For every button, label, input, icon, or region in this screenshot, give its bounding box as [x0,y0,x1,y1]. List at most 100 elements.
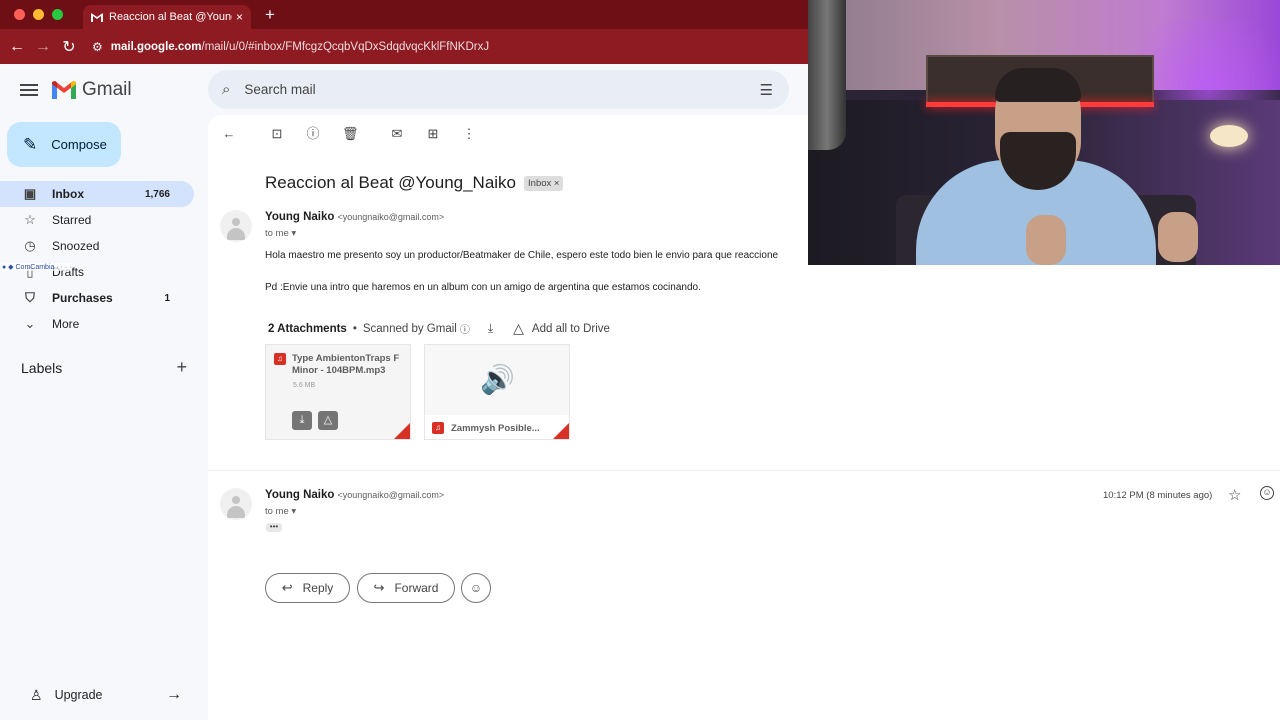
reload-icon[interactable]: ↻ [56,37,82,57]
info-icon[interactable]: ⓘ [460,321,470,336]
gmail-wordmark: Gmail [82,79,132,100]
sender-name[interactable]: Young Naiko [265,211,334,223]
url-path: /mail/u/0/#inbox/FMfcgzQcqbVqDxSdqdvqcKk… [201,40,490,53]
scanned-label: Scanned by Gmail [362,322,457,335]
sidebar-item-more[interactable]: ⌄ More [0,311,194,337]
add-label-icon[interactable]: + [176,357,187,378]
url-host: mail.google.com [110,40,202,53]
attachment-card[interactable]: 🔊 ♫ Zammysh Posible... [424,344,570,440]
sender-avatar[interactable] [220,210,252,242]
minimize-window-button[interactable] [33,9,44,20]
sender-email: <youngnaiko@gmail.com> [337,212,445,222]
gmail-sidebar: Gmail ✎ Compose ▣ Inbox 1,766 ☆ Starred … [0,64,208,720]
clock-icon: ◷ [24,238,36,253]
file-corner [394,423,410,439]
emoji-react-button[interactable]: ☺ [461,573,491,603]
gmail-header: Gmail [0,64,208,116]
separator-dot: • [352,322,357,335]
unread-count: 1 [164,292,170,304]
screen-overlay-text: ● ◆ ComCambia · · · · [2,263,72,271]
emoji-icon: ☺ [469,581,483,595]
unread-count: 1,766 [144,188,170,200]
compose-label: Compose [51,137,107,152]
inbox-label-badge[interactable]: Inbox × [524,175,564,191]
gmail-m-icon [52,81,76,99]
back-to-inbox-icon[interactable]: ← [222,127,236,141]
upgrade-button[interactable]: ♙ Upgrade → [30,686,182,704]
star-icon[interactable]: ☆ [1228,486,1241,504]
upgrade-label: Upgrade [54,688,103,702]
more-options-icon[interactable]: ⋮ [462,127,476,141]
subject-text: Reaccion al Beat @Young_Naiko [265,173,517,192]
tab-close-icon[interactable]: × [236,10,243,24]
audio-file-icon: ♫ [274,353,286,365]
mark-unread-icon[interactable]: ✉ [390,127,404,141]
forward-button[interactable]: ↪ Forward [357,573,455,603]
arrow-right-icon: → [166,686,182,703]
new-tab-button[interactable]: + [265,5,275,25]
sidebar-item-label: Starred [52,213,92,227]
sidebar-item-label: Purchases [52,291,113,305]
message-sender: Young Naiko <youngnaiko@gmail.com> [265,489,444,501]
attachment-size: 5.6 MB [293,382,316,389]
person-hand [1158,212,1198,262]
back-arrow-icon[interactable]: ← [4,38,30,56]
search-input[interactable]: Search mail [244,82,759,97]
delete-icon[interactable]: 🗑 [342,127,359,141]
audio-preview-icon: 🔊 [480,364,515,395]
gmail-logo[interactable]: Gmail [52,79,132,101]
compose-button[interactable]: ✎ Compose [7,122,121,167]
report-spam-icon[interactable]: ⓘ [306,127,320,141]
message-sender: Young Naiko <youngnaiko@gmail.com> [265,211,444,223]
add-to-drive-icon[interactable]: △ [513,320,524,337]
download-icon[interactable]: ⤓ [292,411,312,430]
sidebar-item-purchases[interactable]: ⛉ Purchases 1 [0,285,194,311]
recipient-details[interactable]: to me ▾ [265,506,296,517]
message-divider [208,470,1280,471]
message-body-line: Pd :Envie una intro que haremos en un al… [265,282,701,293]
pencil-icon: ✎ [23,134,38,154]
attachments-count: 2 Attachments [268,322,347,335]
sidebar-item-snoozed[interactable]: ◷ Snoozed [0,233,194,259]
search-options-icon[interactable]: ☰ [760,81,773,99]
webcam-overlay [808,0,1280,265]
sender-email: <youngnaiko@gmail.com> [337,490,445,500]
show-trimmed-content-button[interactable]: ••• [266,523,282,532]
reply-button[interactable]: ↩ Reply [265,573,350,603]
message-body-line: Hola maestro me presento soy un producto… [265,250,779,261]
sidebar-item-label: Inbox [52,187,84,201]
search-bar[interactable]: ⌕ Search mail ☰ [208,70,789,109]
person-hair [995,68,1081,102]
url-field[interactable]: ⚙ mail.google.com /mail/u/0/#inbox/FMfcg… [92,40,489,54]
attachment-card[interactable]: ♫ Type AmbientonTraps F Minor - 104BPM.m… [265,344,411,440]
microphone [808,0,846,150]
download-all-icon[interactable]: ⤓ [488,321,493,336]
sidebar-item-label: More [52,317,80,331]
chevron-down-icon: ⌄ [24,316,36,331]
close-window-button[interactable] [14,9,25,20]
forward-arrow-icon[interactable]: → [30,38,56,56]
gmail-favicon-icon [91,13,103,22]
email-toolbar: ← ⊡ ⓘ 🗑 ✉ ⊞ ⋮ [222,127,498,141]
browser-tab[interactable]: Reaccion al Beat @Young_Naiko × [83,5,251,29]
attachment-name: Zammysh Posible... [451,422,540,434]
sender-name[interactable]: Young Naiko [265,489,334,501]
browser-tab-bar: Reaccion al Beat @Young_Naiko × + [0,0,808,29]
save-to-drive-icon[interactable]: △ [318,411,338,430]
badge-icon: ♙ [30,686,43,703]
search-icon[interactable]: ⌕ [222,81,230,98]
maximize-window-button[interactable] [52,9,63,20]
person-hand [1026,215,1066,265]
main-menu-icon[interactable] [20,81,38,99]
attachment-name: Type AmbientonTraps F Minor - 104BPM.mp3 [292,353,400,376]
move-to-icon[interactable]: ⊞ [426,127,440,141]
sender-avatar[interactable] [220,488,252,520]
recipient-details[interactable]: to me ▾ [265,228,296,239]
emoji-reaction-icon[interactable]: ☺ [1260,486,1274,500]
sidebar-item-inbox[interactable]: ▣ Inbox 1,766 [0,181,194,207]
address-bar: ← → ↻ ⚙ mail.google.com /mail/u/0/#inbox… [0,29,808,64]
add-all-to-drive-link[interactable]: Add all to Drive [532,323,610,335]
archive-icon[interactable]: ⊡ [270,127,284,141]
site-settings-icon[interactable]: ⚙ [92,40,103,54]
sidebar-item-starred[interactable]: ☆ Starred [0,207,194,233]
